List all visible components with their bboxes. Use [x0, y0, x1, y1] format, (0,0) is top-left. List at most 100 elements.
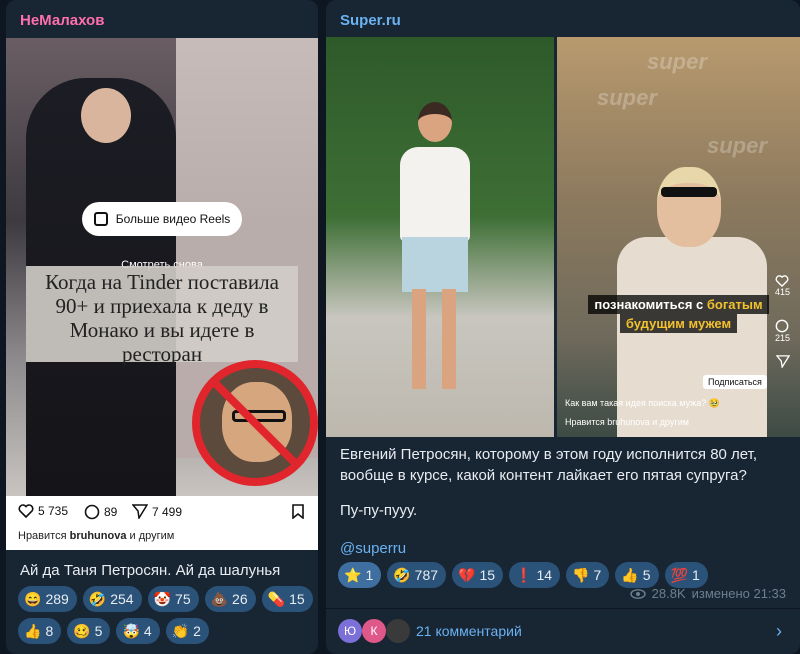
bookmark-icon	[292, 504, 304, 519]
share-icon	[776, 355, 790, 368]
reaction-count: 2	[193, 623, 201, 639]
ig-comments-count: 89	[104, 505, 118, 519]
reaction-button[interactable]: ❗ 14	[509, 562, 561, 588]
image-caption-line: 90+ и приехала к деду в	[55, 294, 269, 318]
reaction-count: 26	[232, 591, 248, 607]
post-video-2[interactable]: super super super super познакомиться с …	[557, 37, 800, 437]
ig-comments: 89	[84, 504, 117, 520]
post-card-nemalakhov: НеМалахов Больше видео Reels Смотреть сн…	[6, 0, 318, 654]
reaction-button[interactable]: 🤣 787	[387, 562, 447, 588]
photo-woman-head	[418, 102, 452, 142]
reaction-count: 15	[479, 567, 496, 583]
edited-label: изменено 21:33	[691, 586, 786, 601]
reaction-emoji: 👏	[171, 622, 190, 639]
reaction-count: 254	[110, 591, 134, 607]
photo-blonde-glasses	[661, 187, 717, 197]
reaction-button[interactable]: 💩 26	[204, 586, 256, 612]
eye-icon	[629, 588, 646, 599]
heart-icon	[776, 275, 789, 287]
caption-highlight: будущим мужем	[619, 314, 738, 333]
comments-button[interactable]: Ю К 21 комментарий ›	[326, 608, 800, 654]
reaction-emoji: 👍	[621, 566, 639, 583]
post-video-preview[interactable]: Больше видео Reels Смотреть снова Когда …	[6, 38, 318, 496]
photo-woman-shirt	[400, 147, 470, 242]
reaction-button[interactable]: 👎 7	[566, 562, 610, 588]
watermark: super	[597, 85, 657, 110]
comments-label: 21 комментарий	[416, 623, 522, 639]
tiktok-caption: познакомиться с богатым будущим мужем	[557, 295, 800, 333]
reaction-count: 289	[45, 591, 69, 607]
reaction-button[interactable]: 😄 289	[18, 586, 77, 612]
tiktok-share	[776, 355, 790, 368]
reaction-count: 1	[691, 567, 700, 583]
reaction-button[interactable]: 🥴 5	[67, 618, 111, 644]
avatar	[386, 619, 410, 643]
tiktok-comment-count: 215	[774, 333, 790, 343]
reaction-count: 787	[414, 567, 439, 583]
caption-part: познакомиться с	[594, 297, 707, 312]
reaction-emoji: 🤣	[393, 566, 411, 583]
channel-link[interactable]: @superru	[340, 538, 406, 559]
reaction-button[interactable]: 💯 1	[664, 562, 708, 588]
ig-likes: 5 735	[18, 504, 68, 518]
caption-highlight: богатым	[706, 297, 763, 312]
views-count: 28.8K	[651, 586, 686, 601]
reaction-button[interactable]: 🤯 4	[116, 618, 160, 644]
watermark: super	[707, 133, 767, 158]
ig-liked-by-prefix: Нравится	[18, 530, 67, 542]
photo-man-head	[81, 88, 131, 143]
reaction-emoji: 💩	[210, 590, 229, 607]
reaction-button[interactable]: 💔 15	[452, 562, 504, 588]
reaction-count: 5	[642, 567, 651, 583]
post-card-superru: Super.ru super super super super познако…	[326, 0, 800, 654]
reaction-emoji: ❗	[515, 566, 533, 583]
post-text-line: Пу-пу-пууу.	[340, 502, 418, 519]
channel-name[interactable]: Super.ru	[340, 12, 401, 29]
photo-woman-leg	[412, 289, 426, 389]
reaction-button[interactable]: 👍 8	[18, 618, 62, 644]
watermark: super	[647, 49, 707, 74]
reaction-emoji: 🤡	[153, 590, 172, 607]
tiktok-comment: 215	[775, 319, 790, 343]
reaction-emoji: 💯	[670, 566, 688, 583]
reaction-button[interactable]: 👏 2	[165, 618, 209, 644]
reaction-button[interactable]: ⭐ 1	[338, 562, 382, 588]
more-reels-button[interactable]: Больше видео Reels	[82, 202, 242, 236]
avatar: К	[362, 619, 386, 643]
reaction-emoji: 💔	[458, 566, 476, 583]
heart-icon	[18, 504, 34, 518]
post-text: Евгений Петросян, которому в этом году и…	[340, 446, 758, 484]
reactions-bar: 😄 289 🤣 254 🤡 75 💩 26 💊 15 👍 8 🥴 5 🤯 4 👏 2	[18, 586, 314, 644]
reaction-emoji: 🥴	[73, 622, 91, 639]
photo-blonde-head	[657, 167, 721, 247]
ig-shares-count: 7 499	[152, 504, 183, 519]
ig-liked-by-user: bruhunova	[69, 530, 127, 542]
reaction-count: 75	[175, 591, 191, 607]
reaction-button[interactable]: 👍 5	[615, 562, 659, 588]
reaction-count: 1	[365, 567, 374, 583]
reaction-emoji: 🤣	[88, 590, 107, 607]
post-text: Ай да Таня Петросян. Ай да шалунья	[20, 562, 281, 579]
post-photo-1[interactable]	[326, 37, 554, 437]
reaction-emoji: 😄	[24, 590, 42, 607]
reaction-button[interactable]: 🤡 75	[147, 586, 199, 612]
reaction-count: 8	[45, 623, 54, 639]
share-icon	[132, 504, 148, 519]
reaction-emoji: 🤯	[122, 622, 140, 639]
comment-icon	[84, 504, 100, 520]
reaction-button[interactable]: 🤣 254	[82, 586, 142, 612]
reaction-count: 5	[94, 623, 103, 639]
tiktok-like-count: 415	[774, 287, 790, 297]
ig-shares: 7 499	[132, 504, 182, 519]
tiktok-liked-by: Нравится bruhunova и другим	[565, 417, 689, 427]
photo-woman-leg	[442, 289, 456, 389]
no-sign-sticker	[192, 360, 318, 486]
post-meta: 28.8K изменено 21:33	[629, 586, 786, 601]
avatar: Ю	[338, 619, 362, 643]
reaction-button[interactable]: 💊 15	[261, 586, 313, 612]
chevron-right-icon: ›	[776, 621, 782, 641]
reaction-emoji: 👎	[572, 566, 590, 583]
comment-icon	[776, 319, 789, 333]
reaction-emoji: 👍	[24, 622, 42, 639]
channel-name[interactable]: НеМалахов	[20, 12, 104, 29]
